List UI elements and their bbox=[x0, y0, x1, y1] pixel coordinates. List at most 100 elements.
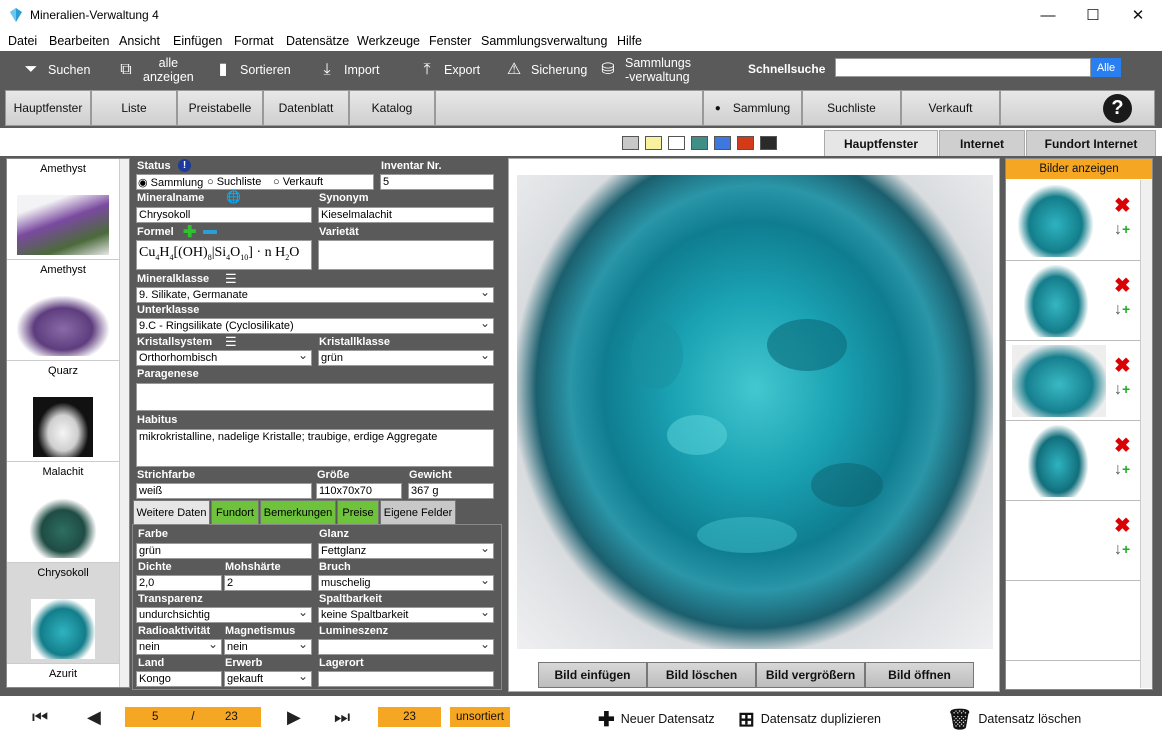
formel-input[interactable]: Cu4H4[(OH)8|Si4O10] · n H2O bbox=[136, 240, 312, 270]
menu-hilfe[interactable]: Hilfe bbox=[617, 34, 642, 48]
list-icon[interactable]: ☰ bbox=[225, 334, 237, 350]
mohs-input[interactable]: 2 bbox=[224, 575, 312, 591]
list-item[interactable]: Quarz bbox=[7, 361, 119, 462]
farbe-input[interactable]: grün bbox=[136, 543, 312, 559]
download-add-icon[interactable]: ↓+ bbox=[1114, 541, 1130, 559]
spaltbarkeit-select[interactable]: keine Spaltbarkeit bbox=[318, 607, 494, 623]
erwerb-select[interactable]: gekauft bbox=[224, 671, 312, 687]
varietaet-input[interactable] bbox=[318, 240, 494, 270]
bruch-select[interactable]: muschelig bbox=[318, 575, 494, 591]
tab-fundort-internet[interactable]: Fundort Internet bbox=[1026, 130, 1156, 157]
bild-loeschen-button[interactable]: Bild löschen bbox=[647, 662, 756, 688]
delete-image-icon[interactable]: ✖ bbox=[1114, 433, 1131, 458]
synonym-input[interactable]: Kieselmalachit bbox=[318, 207, 494, 223]
delete-image-icon[interactable]: ✖ bbox=[1114, 513, 1131, 538]
unterklasse-select[interactable]: 9.C - Ringsilikate (Cyclosilikate) bbox=[136, 318, 494, 334]
subtab-bemerkungen[interactable]: Bemerkungen bbox=[260, 500, 336, 524]
prev-record-icon[interactable]: ◀ bbox=[87, 707, 101, 728]
magnetismus-select[interactable]: nein bbox=[224, 639, 312, 655]
land-input[interactable]: Kongo bbox=[136, 671, 222, 687]
next-record-icon[interactable]: ▶ bbox=[287, 707, 301, 728]
radio-suchliste[interactable]: ○ Suchliste bbox=[207, 176, 261, 188]
subtab-preise[interactable]: Preise bbox=[337, 500, 379, 524]
kristallklasse-select[interactable]: grün bbox=[318, 350, 494, 366]
tab-internet[interactable]: Internet bbox=[939, 130, 1025, 157]
glanz-select[interactable]: Fettglanz bbox=[318, 543, 494, 559]
menu-einfuegen[interactable]: Einfügen bbox=[173, 34, 222, 48]
globe-icon[interactable]: 🌐 bbox=[226, 190, 241, 204]
delete-image-icon[interactable]: ✖ bbox=[1114, 353, 1131, 378]
inventar-input[interactable]: 5 bbox=[380, 174, 494, 190]
bilder-anzeigen-button[interactable]: Bilder anzeigen bbox=[1006, 159, 1152, 179]
remove-formula-icon[interactable] bbox=[203, 230, 217, 234]
subtab-fundort[interactable]: Fundort bbox=[211, 500, 259, 524]
list-icon[interactable]: ☰ bbox=[225, 271, 237, 287]
dichte-input[interactable]: 2,0 bbox=[136, 575, 222, 591]
nav-suchliste[interactable]: Suchliste bbox=[802, 90, 901, 126]
menu-format[interactable]: Format bbox=[234, 34, 274, 48]
list-item[interactable]: Amethyst bbox=[7, 159, 119, 260]
export-button[interactable]: ⤒ Export bbox=[416, 51, 480, 88]
color-swatch-yellow[interactable] bbox=[645, 136, 662, 150]
color-swatch-grey[interactable] bbox=[622, 136, 639, 150]
radio-verkauft[interactable]: ○ Verkauft bbox=[273, 176, 323, 188]
nav-verkauft[interactable]: Verkauft bbox=[901, 90, 1000, 126]
color-swatch-teal[interactable] bbox=[691, 136, 708, 150]
menu-datei[interactable]: Datei bbox=[8, 34, 37, 48]
radio-sammlung[interactable]: ◉ Sammlung bbox=[138, 176, 203, 189]
nav-preistabelle[interactable]: Preistabelle bbox=[177, 90, 263, 126]
strichfarbe-input[interactable]: weiß bbox=[136, 483, 312, 499]
list-item[interactable]: Azurit bbox=[7, 664, 119, 689]
sort-status[interactable]: unsortiert bbox=[450, 707, 510, 727]
list-item[interactable]: Malachit bbox=[7, 462, 119, 563]
menu-fenster[interactable]: Fenster bbox=[429, 34, 471, 48]
habitus-input[interactable]: mikrokristalline, nadelige Kristalle; tr… bbox=[136, 429, 494, 467]
nav-hauptfenster[interactable]: Hauptfenster bbox=[5, 90, 91, 126]
image-scrollbar[interactable] bbox=[1140, 180, 1152, 688]
subtab-eigene-felder[interactable]: Eigene Felder bbox=[380, 500, 456, 524]
bild-vergroessern-button[interactable]: Bild vergrößern bbox=[756, 662, 865, 688]
nav-sammlung[interactable]: ● Sammlung bbox=[703, 90, 802, 126]
image-thumbnail[interactable] bbox=[1024, 265, 1088, 337]
sortieren-button[interactable]: ▮ Sortieren bbox=[212, 51, 291, 88]
lagerort-input[interactable] bbox=[318, 671, 494, 687]
list-item[interactable]: Amethyst bbox=[7, 260, 119, 361]
radioaktivitaet-select[interactable]: nein bbox=[136, 639, 222, 655]
kristallsystem-select[interactable]: Orthorhombisch bbox=[136, 350, 312, 366]
tab-hauptfenster[interactable]: Hauptfenster bbox=[824, 130, 938, 157]
menu-werkzeuge[interactable]: Werkzeuge bbox=[357, 34, 420, 48]
download-add-icon[interactable]: ↓+ bbox=[1114, 461, 1130, 479]
schnellsuche-input[interactable] bbox=[835, 58, 1091, 77]
minimize-button[interactable]: — bbox=[1025, 4, 1071, 26]
subtab-weitere-daten[interactable]: Weitere Daten bbox=[133, 500, 210, 524]
add-formula-icon[interactable]: ✚ bbox=[183, 222, 196, 242]
bild-einfuegen-button[interactable]: Bild einfügen bbox=[538, 662, 647, 688]
sammlungsverwaltung-button[interactable]: ⛁ Sammlungs -verwaltung bbox=[597, 51, 691, 88]
alle-button[interactable]: Alle bbox=[1091, 58, 1121, 77]
maximize-button[interactable]: ☐ bbox=[1070, 4, 1116, 26]
neuer-datensatz-button[interactable]: ✚ Neuer Datensatz bbox=[598, 708, 715, 731]
list-scrollbar[interactable] bbox=[119, 159, 129, 687]
bild-oeffnen-button[interactable]: Bild öffnen bbox=[865, 662, 974, 688]
delete-image-icon[interactable]: ✖ bbox=[1114, 193, 1131, 218]
gewicht-input[interactable]: 367 g bbox=[408, 483, 494, 499]
last-record-icon[interactable]: ⏭ bbox=[334, 707, 350, 728]
color-swatch-red[interactable] bbox=[737, 136, 754, 150]
color-swatch-blue[interactable] bbox=[714, 136, 731, 150]
download-add-icon[interactable]: ↓+ bbox=[1114, 301, 1130, 319]
suchen-button[interactable]: ⏷ Suchen bbox=[20, 51, 91, 88]
datensatz-loeschen-button[interactable]: 🗑 Datensatz löschen bbox=[947, 708, 1081, 731]
mineralname-input[interactable]: Chrysokoll bbox=[136, 207, 312, 223]
nav-datenblatt[interactable]: Datenblatt bbox=[263, 90, 349, 126]
menu-bearbeiten[interactable]: Bearbeiten bbox=[49, 34, 109, 48]
mineral-photo[interactable] bbox=[517, 175, 993, 649]
info-icon[interactable]: ! bbox=[178, 159, 191, 172]
datensatz-duplizieren-button[interactable]: ⊞ Datensatz duplizieren bbox=[738, 708, 881, 731]
menu-ansicht[interactable]: Ansicht bbox=[119, 34, 160, 48]
nav-liste[interactable]: Liste bbox=[91, 90, 177, 126]
help-button[interactable]: ? bbox=[1103, 94, 1132, 123]
menu-datensaetze[interactable]: Datensätze bbox=[286, 34, 349, 48]
mineralklasse-select[interactable]: 9. Silikate, Germanate bbox=[136, 287, 494, 303]
download-add-icon[interactable]: ↓+ bbox=[1114, 221, 1130, 239]
alle-anzeigen-button[interactable]: ⧉ alle anzeigen bbox=[115, 51, 193, 88]
